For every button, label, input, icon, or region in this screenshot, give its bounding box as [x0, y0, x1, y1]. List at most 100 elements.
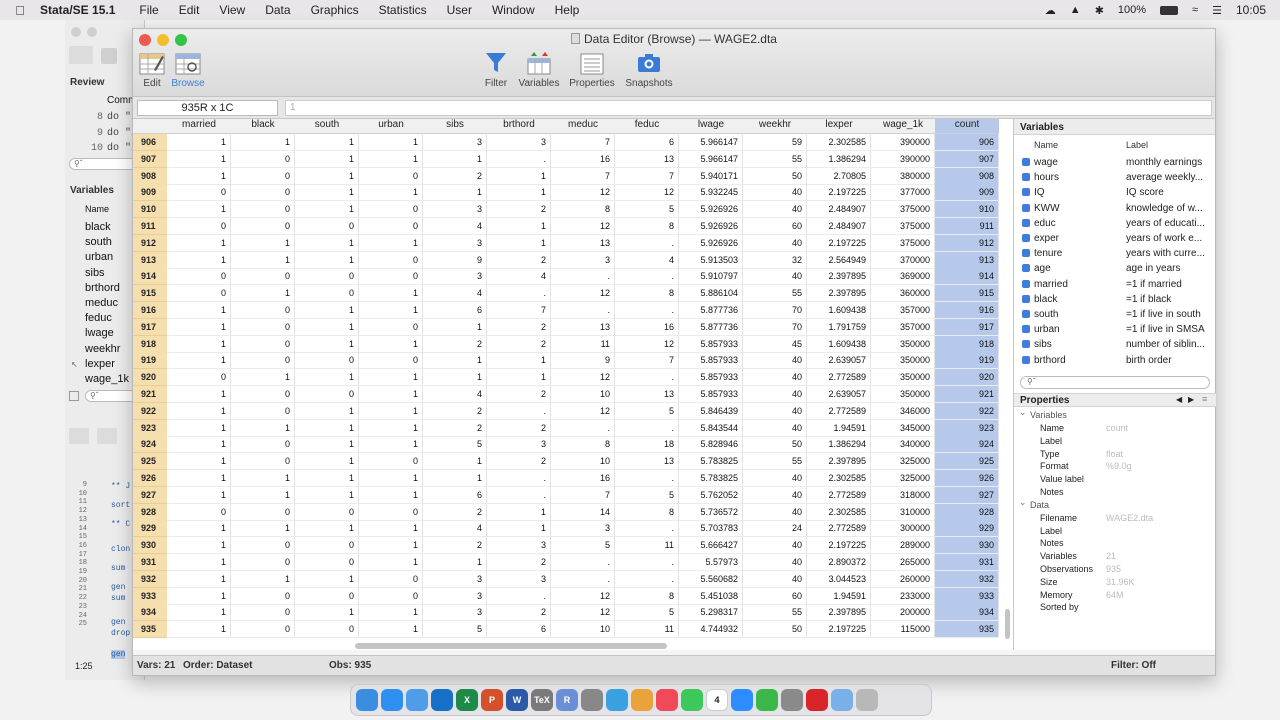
- menu-graphics[interactable]: Graphics: [301, 3, 369, 17]
- table-cell[interactable]: 2.197225: [807, 184, 871, 202]
- property-row[interactable]: Variables 21: [1014, 550, 1216, 563]
- column-header-married[interactable]: married: [167, 119, 231, 134]
- table-cell[interactable]: 12: [551, 218, 615, 235]
- table-cell[interactable]: 4: [423, 218, 487, 235]
- table-cell[interactable]: 6: [487, 621, 551, 639]
- table-cell[interactable]: 2: [487, 251, 551, 269]
- table-cell[interactable]: 5.926926: [679, 234, 743, 252]
- table-cell[interactable]: 0: [231, 167, 295, 185]
- table-cell[interactable]: 350000: [871, 352, 935, 370]
- property-row[interactable]: Notes: [1014, 486, 1216, 499]
- table-cell[interactable]: 1: [167, 302, 231, 319]
- property-value[interactable]: 31.96K: [1106, 577, 1135, 587]
- table-cell[interactable]: 40: [743, 486, 807, 504]
- table-cell[interactable]: 2: [487, 453, 551, 471]
- table-cell[interactable]: 0: [295, 587, 359, 605]
- table-cell[interactable]: 921: [935, 386, 999, 403]
- table-cell[interactable]: 16: [615, 318, 679, 336]
- table-cell[interactable]: 930: [935, 537, 999, 555]
- variable-list-item[interactable]: lexper: [85, 358, 115, 370]
- table-cell[interactable]: 0: [231, 302, 295, 319]
- table-cell[interactable]: 924: [935, 436, 999, 454]
- row-number[interactable]: 907: [133, 150, 167, 168]
- table-cell[interactable]: 7: [615, 167, 679, 185]
- variable-row[interactable]: sibs number of siblin...: [1014, 338, 1216, 353]
- vertical-scrollbar[interactable]: [1005, 609, 1010, 639]
- table-cell[interactable]: 5: [551, 537, 615, 555]
- table-cell[interactable]: 2: [423, 419, 487, 437]
- table-cell[interactable]: 1: [295, 134, 359, 151]
- table-cell[interactable]: 0: [231, 604, 295, 622]
- variable-list-item[interactable]: sibs: [85, 267, 105, 279]
- table-cell[interactable]: 3: [423, 604, 487, 622]
- table-cell[interactable]: 909: [935, 184, 999, 202]
- table-cell[interactable]: 0: [231, 554, 295, 571]
- table-cell[interactable]: .: [615, 554, 679, 571]
- table-cell[interactable]: 1.791759: [807, 318, 871, 336]
- column-header-south[interactable]: south: [295, 119, 359, 134]
- table-cell[interactable]: 13: [551, 234, 615, 252]
- table-cell[interactable]: 1: [487, 184, 551, 202]
- table-cell[interactable]: 18: [615, 436, 679, 454]
- table-cell[interactable]: 1: [359, 470, 423, 487]
- table-cell[interactable]: 13: [615, 453, 679, 471]
- table-cell[interactable]: 40: [743, 234, 807, 252]
- row-number[interactable]: 912: [133, 234, 167, 252]
- table-cell[interactable]: 918: [935, 335, 999, 353]
- table-cell[interactable]: 6: [423, 302, 487, 319]
- table-cell[interactable]: 380000: [871, 167, 935, 185]
- property-row[interactable]: Value label: [1014, 473, 1216, 486]
- table-cell[interactable]: 10: [551, 621, 615, 639]
- table-cell[interactable]: .: [615, 369, 679, 387]
- cloud-icon[interactable]: ☁: [1045, 4, 1056, 17]
- table-cell[interactable]: 0: [231, 184, 295, 202]
- table-cell[interactable]: 1: [359, 419, 423, 437]
- table-cell[interactable]: 3: [551, 520, 615, 538]
- table-cell[interactable]: 3: [487, 570, 551, 588]
- doeditor-new-icon[interactable]: [69, 428, 89, 444]
- table-cell[interactable]: 200000: [871, 604, 935, 622]
- row-number[interactable]: 910: [133, 201, 167, 219]
- table-cell[interactable]: 3.044523: [807, 570, 871, 588]
- table-cell[interactable]: 1: [359, 369, 423, 387]
- table-cell[interactable]: .: [487, 587, 551, 605]
- variable-row[interactable]: hours average weekly...: [1014, 171, 1216, 186]
- table-cell[interactable]: 1: [167, 554, 231, 571]
- table-cell[interactable]: 2.197225: [807, 537, 871, 555]
- table-cell[interactable]: 3: [487, 537, 551, 555]
- minimize-dot-icon[interactable]: [87, 27, 97, 37]
- column-header-feduc[interactable]: feduc: [615, 119, 679, 134]
- table-cell[interactable]: 2: [487, 386, 551, 403]
- table-cell[interactable]: 915: [935, 285, 999, 303]
- table-cell[interactable]: 1: [359, 234, 423, 252]
- variable-row[interactable]: exper years of work e...: [1014, 232, 1216, 247]
- table-cell[interactable]: 1: [167, 520, 231, 538]
- table-cell[interactable]: 1: [295, 520, 359, 538]
- table-cell[interactable]: 5.886104: [679, 285, 743, 303]
- table-cell[interactable]: 0: [231, 386, 295, 403]
- table-cell[interactable]: 1: [231, 134, 295, 151]
- table-cell[interactable]: 12: [551, 184, 615, 202]
- table-cell[interactable]: 1.386294: [807, 436, 871, 454]
- facetime-icon[interactable]: [756, 689, 778, 711]
- table-cell[interactable]: 16: [551, 470, 615, 487]
- table-cell[interactable]: 40: [743, 369, 807, 387]
- table-cell[interactable]: 5.857933: [679, 386, 743, 403]
- property-value[interactable]: %9.0g: [1106, 461, 1132, 471]
- snapshots-button[interactable]: Snapshots: [625, 51, 673, 89]
- table-cell[interactable]: 1: [167, 402, 231, 420]
- table-cell[interactable]: 922: [935, 402, 999, 420]
- table-cell[interactable]: 265000: [871, 554, 935, 571]
- checkbox-icon[interactable]: [1022, 218, 1030, 227]
- table-cell[interactable]: 1: [423, 369, 487, 387]
- code-line[interactable]: sort: [111, 501, 130, 510]
- table-cell[interactable]: 260000: [871, 570, 935, 588]
- table-cell[interactable]: 4: [487, 268, 551, 286]
- table-cell[interactable]: 1.94591: [807, 587, 871, 605]
- variables-section[interactable]: ⌄ Variables: [1014, 407, 1216, 422]
- variables-name-column-header[interactable]: Name: [1034, 140, 1058, 150]
- table-cell[interactable]: .: [615, 570, 679, 588]
- property-row[interactable]: Type float: [1014, 448, 1216, 461]
- row-number[interactable]: 933: [133, 587, 167, 605]
- table-cell[interactable]: 375000: [871, 234, 935, 252]
